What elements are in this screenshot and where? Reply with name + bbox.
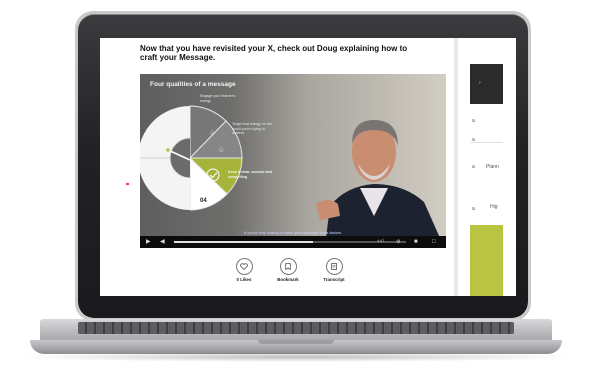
presenter [316,120,440,238]
side-item-hig[interactable]: Hig [490,204,498,210]
bookmark-button[interactable]: Bookmark [266,258,310,282]
side-item-4[interactable]: a [472,206,475,212]
side-item-2[interactable]: a [472,137,475,143]
captions-icon[interactable]: ⚙ [396,238,400,246]
laptop-keyboard [78,322,514,334]
heart-icon [235,258,253,275]
step-3-text: Keep it clear, concise and compelling [228,170,272,179]
transcript-icon [325,258,343,275]
side-item-plann[interactable]: Plann [486,164,499,170]
marker-dot [126,183,129,185]
progress-fill [174,241,314,243]
video-controls: ▶ ◀ 4:47 ⚙ ■ □ [140,236,446,248]
volume-icon[interactable]: ◀ [160,238,165,246]
bookmark-label: Bookmark [277,277,299,282]
chevron-right-icon: › [479,80,481,86]
step-1-text: Engage your listener's energy [200,94,236,103]
bookmark-icon [279,258,297,275]
likes-label: 0 Likes [236,277,252,282]
fullscreen-icon[interactable]: □ [432,238,436,246]
video-actions: 0 Likes Bookmark Transcript [140,258,446,288]
step-number: 04 [200,198,207,204]
laptop-shadow [14,352,578,362]
qualities-segments: ♧ ♧ 04 [190,105,243,211]
side-item-1[interactable]: a [472,118,475,124]
play-icon[interactable]: ▶ [146,238,151,246]
side-panel-current[interactable]: › [470,64,503,104]
step-2-text: Target that energy on the result you're … [232,122,272,135]
laptop-screen: Now that you have revisited your X, chec… [100,38,516,296]
lotus-icon: ♧ [209,129,215,137]
video-player[interactable]: Four qualities of a message ♧ ♧ 04 Engag… [140,74,446,248]
video-time: 4:47 [377,239,385,243]
laptop-notch [258,340,334,344]
like-button[interactable]: 0 Likes [222,258,266,282]
video-caption: If you're only looking to make your mess… [244,231,342,235]
lesson-heading: Now that you have revisited your X, chec… [140,44,408,62]
side-panel: › a a a Plann a Hig [454,38,516,296]
transcript-label: Transcript [323,277,345,282]
settings-icon[interactable]: ■ [414,238,418,246]
side-item-3[interactable]: a [472,164,475,170]
arrow-icon: ♧ [218,146,224,154]
progress-bar[interactable] [174,241,406,243]
transcript-button[interactable]: Transcript [312,258,356,282]
side-panel-accent [470,225,503,296]
slide-title: Four qualities of a message [150,81,236,88]
wheel-needle-dot [166,148,170,152]
